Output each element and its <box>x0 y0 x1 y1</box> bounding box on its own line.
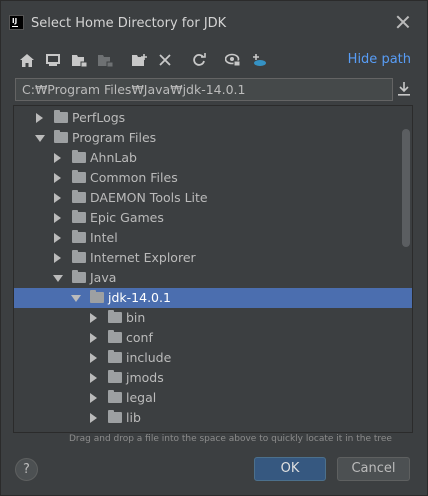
hide-path-link[interactable]: Hide path <box>348 52 411 67</box>
path-input[interactable]: C:₩Program Files₩Java₩jdk-14.0.1 <box>15 78 393 101</box>
home-icon[interactable] <box>17 49 37 71</box>
expand-arrow-icon[interactable] <box>90 373 97 383</box>
tree-item-daemon-tools-lite[interactable]: DAEMON Tools Lite <box>14 188 412 208</box>
cancel-button[interactable]: Cancel <box>337 457 410 481</box>
folder-icon <box>108 390 122 403</box>
help-button[interactable]: ? <box>15 458 38 481</box>
expand-arrow-icon[interactable] <box>54 153 61 163</box>
folder-icon <box>90 290 104 303</box>
tree-item-lib[interactable]: lib <box>14 408 412 428</box>
folder-icon <box>108 310 122 323</box>
tree-item-label: DAEMON Tools Lite <box>90 190 208 205</box>
folder-icon <box>72 150 86 163</box>
tree-item-label: Java <box>90 270 117 285</box>
dialog-title: Select Home Directory for JDK <box>31 16 227 31</box>
folder-icon <box>54 110 68 123</box>
file-tree[interactable]: PerfLogs Program Files AhnLab Common Fil… <box>13 105 413 433</box>
tree-item-label: include <box>126 350 172 365</box>
tree-item-label: bin <box>126 310 146 325</box>
logo-text: IJ <box>12 17 18 25</box>
close-icon[interactable] <box>395 14 411 30</box>
expand-arrow-icon[interactable] <box>90 393 97 403</box>
tree-item-common-files[interactable]: Common Files <box>14 168 412 188</box>
intellij-logo-icon: IJ <box>9 15 24 30</box>
expand-arrow-icon[interactable] <box>90 413 97 423</box>
tree-item-label: jdk-14.0.1 <box>108 290 171 305</box>
title-bar: IJ Select Home Directory for JDK <box>1 1 427 45</box>
tree-item-label: Epic Games <box>90 210 164 225</box>
cloud-icon[interactable] <box>249 49 269 71</box>
tree-item-label: jmods <box>126 370 164 385</box>
expand-arrow-icon[interactable] <box>54 253 61 263</box>
folder-icon <box>108 410 122 423</box>
tree-item-label: legal <box>126 390 157 405</box>
tree-item-jmods[interactable]: jmods <box>14 368 412 388</box>
tree-item-label: Internet Explorer <box>90 250 196 265</box>
expand-arrow-icon[interactable] <box>36 113 43 123</box>
folder-icon <box>72 170 86 183</box>
tree-item-perflogs[interactable]: PerfLogs <box>14 108 412 128</box>
module-folder-icon[interactable] <box>95 49 115 71</box>
tree-item-label: conf <box>126 330 153 345</box>
refresh-icon[interactable] <box>189 49 209 71</box>
tree-item-internet-explorer[interactable]: Internet Explorer <box>14 248 412 268</box>
tree-item-label: Program Files <box>72 130 157 145</box>
folder-icon <box>72 230 86 243</box>
folder-icon <box>108 370 122 383</box>
expand-arrow-icon[interactable] <box>54 173 61 183</box>
new-folder-icon[interactable] <box>129 49 149 71</box>
tree-item-java[interactable]: Java <box>14 268 412 288</box>
expand-arrow-icon[interactable] <box>54 193 61 203</box>
expand-arrow-icon[interactable] <box>90 333 97 343</box>
expand-arrow-icon[interactable] <box>90 353 97 363</box>
tree-scrollbar[interactable] <box>402 129 410 247</box>
tree-item-label: Common Files <box>90 170 178 185</box>
show-hidden-icon[interactable] <box>223 49 243 71</box>
tree-item-ahnlab[interactable]: AhnLab <box>14 148 412 168</box>
tree-item-label: PerfLogs <box>72 110 126 125</box>
tree-item-conf[interactable]: conf <box>14 328 412 348</box>
collapse-arrow-icon[interactable] <box>71 295 81 302</box>
tree-item-bin[interactable]: bin <box>14 308 412 328</box>
folder-icon <box>72 210 86 223</box>
tree-item-include[interactable]: include <box>14 348 412 368</box>
expand-arrow-icon[interactable] <box>90 313 97 323</box>
tree-item-label: lib <box>126 410 141 425</box>
collapse-arrow-icon[interactable] <box>35 135 45 142</box>
select-jdk-dialog: IJ Select Home Directory for JDK Hide pa… <box>0 0 428 496</box>
tree-item-jdk-14-0-1[interactable]: jdk-14.0.1 <box>14 288 412 308</box>
tree-item-legal[interactable]: legal <box>14 388 412 408</box>
tree-item-label: Intel <box>90 230 118 245</box>
delete-icon[interactable] <box>155 49 175 71</box>
expand-arrow-icon[interactable] <box>54 233 61 243</box>
tree-item-intel[interactable]: Intel <box>14 228 412 248</box>
drag-drop-hint: Drag and drop a file into the space abov… <box>69 434 392 444</box>
tree-item-label: AhnLab <box>90 150 137 165</box>
folder-icon <box>108 350 122 363</box>
tree-item-program-files[interactable]: Program Files <box>14 128 412 148</box>
toolbar: Hide path <box>13 49 417 71</box>
tree-item-epic-games[interactable]: Epic Games <box>14 208 412 228</box>
folder-icon <box>72 250 86 263</box>
desktop-icon[interactable] <box>43 49 63 71</box>
folder-icon <box>72 190 86 203</box>
folder-icon <box>54 130 68 143</box>
project-folder-icon[interactable] <box>69 49 89 71</box>
folder-icon <box>108 330 122 343</box>
collapse-arrow-icon[interactable] <box>53 275 63 282</box>
ok-button[interactable]: OK <box>254 457 326 481</box>
folder-icon <box>72 270 86 283</box>
expand-arrow-icon[interactable] <box>54 213 61 223</box>
download-icon[interactable] <box>397 81 413 99</box>
